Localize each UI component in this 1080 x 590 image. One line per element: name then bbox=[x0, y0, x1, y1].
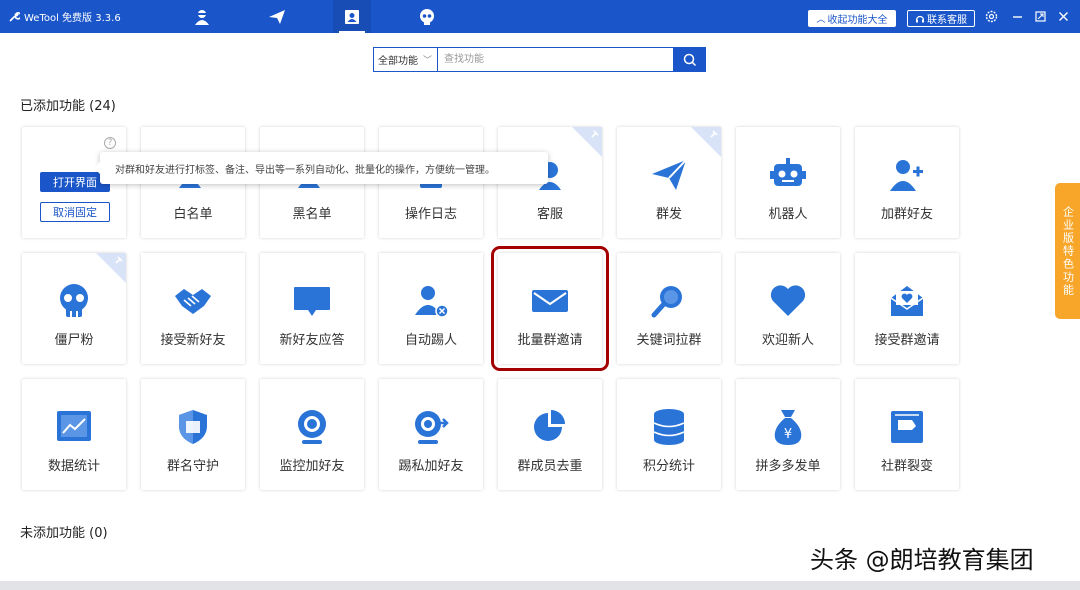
minimize-icon bbox=[1012, 16, 1022, 18]
contact-card-icon bbox=[345, 9, 359, 24]
split-icon bbox=[891, 411, 923, 443]
nav-user[interactable] bbox=[183, 0, 221, 33]
feature-card-accept-new-friend[interactable]: 接受新好友 bbox=[141, 253, 245, 364]
add-user-icon bbox=[890, 160, 923, 191]
skull-icon bbox=[420, 8, 434, 25]
handshake-icon bbox=[175, 289, 211, 314]
pin-icon bbox=[710, 130, 718, 138]
bottom-strip bbox=[0, 581, 1080, 590]
feature-card-robot[interactable]: 机器人 bbox=[736, 127, 840, 238]
app-title-area: WeTool 免费版 3.3.6 bbox=[8, 0, 121, 33]
help-icon[interactable]: ? bbox=[104, 137, 116, 149]
feature-card-keyword-pull-group[interactable]: 关键词拉群 bbox=[617, 253, 721, 364]
feature-card-group-member-dedupe[interactable]: 群成员去重 bbox=[498, 379, 602, 490]
minimize-button[interactable] bbox=[1006, 0, 1028, 33]
collapse-features-button[interactable]: ︿ 收起功能大全 bbox=[808, 10, 896, 27]
heart-icon bbox=[770, 285, 806, 316]
main-content: 全部功能 ﹀ 已添加功能 (24) ? 打开界面 取消固定 白名单 黑名单 操作… bbox=[0, 33, 1080, 581]
feature-card-community-fission[interactable]: 社群裂变 bbox=[855, 379, 959, 490]
app-title: WeTool 免费版 3.3.6 bbox=[24, 13, 121, 24]
feature-card-pinduoduo-order[interactable]: ¥ 拼多多发单 bbox=[736, 379, 840, 490]
search-button[interactable] bbox=[674, 47, 706, 72]
pie-chart-icon bbox=[534, 410, 565, 441]
maximize-icon bbox=[1034, 11, 1046, 22]
maximize-button[interactable] bbox=[1029, 0, 1051, 33]
pin-icon bbox=[591, 130, 599, 138]
envelope-icon bbox=[532, 290, 568, 312]
gear-icon bbox=[985, 10, 997, 23]
feature-card-accept-group-invite[interactable]: 接受群邀请 bbox=[855, 253, 959, 364]
close-icon bbox=[1058, 12, 1068, 21]
title-bar: WeTool 免费版 3.3.6 ︿ 收起功能大全 联系客服 bbox=[0, 0, 1080, 33]
enterprise-features-tab[interactable]: 企业版特色功能 bbox=[1055, 183, 1080, 319]
wrench-icon bbox=[9, 11, 20, 22]
nav-zombie[interactable] bbox=[408, 0, 446, 33]
search-icon bbox=[683, 53, 697, 66]
feature-card-monitor-add-friend[interactable]: 监控加好友 bbox=[260, 379, 364, 490]
feature-card-auto-kick[interactable]: 自动踢人 bbox=[379, 253, 483, 364]
shield-icon bbox=[179, 410, 207, 444]
chevron-up-icon: ︿ bbox=[816, 15, 826, 25]
nav-contacts[interactable] bbox=[333, 0, 371, 33]
webcam-icon bbox=[298, 410, 326, 444]
svg-text:¥: ¥ bbox=[784, 427, 792, 442]
database-icon bbox=[653, 409, 685, 445]
feature-card-points-statistics[interactable]: 积分统计 bbox=[617, 379, 721, 490]
paper-plane-icon bbox=[652, 159, 687, 190]
not-added-section-title: 未添加功能 (0) bbox=[20, 526, 108, 541]
robot-icon bbox=[770, 158, 806, 186]
feature-card-zombie-fans[interactable]: 僵尸粉 bbox=[22, 253, 126, 364]
feature-card-kick-private-add[interactable]: 踢私加好友 bbox=[379, 379, 483, 490]
category-select[interactable]: 全部功能 ﹀ bbox=[373, 47, 437, 72]
nav-send[interactable] bbox=[258, 0, 296, 33]
feature-card-add-group-friend[interactable]: 加群好友 bbox=[855, 127, 959, 238]
settings-button[interactable] bbox=[980, 0, 1002, 33]
send-icon bbox=[269, 9, 285, 24]
feature-card-new-friend-reply[interactable]: 新好友应答 bbox=[260, 253, 364, 364]
headset-icon bbox=[915, 15, 925, 22]
user-icon bbox=[195, 9, 209, 25]
search-bar: 全部功能 ﹀ bbox=[373, 47, 706, 72]
heart-envelope-icon bbox=[890, 286, 924, 316]
chat-bubble-icon bbox=[294, 287, 330, 316]
close-button[interactable] bbox=[1052, 0, 1074, 33]
feature-card-batch-group-invite[interactable]: 批量群邀请 bbox=[491, 246, 609, 371]
pin-icon bbox=[115, 256, 123, 264]
chevron-down-icon: ﹀ bbox=[423, 56, 433, 66]
unpin-button[interactable]: 取消固定 bbox=[40, 202, 110, 222]
added-section-title: 已添加功能 (24) bbox=[20, 99, 116, 114]
contact-support-button[interactable]: 联系客服 bbox=[907, 10, 975, 27]
feature-tooltip: 对群和好友进行打标签、备注、导出等一系列自动化、批量化的操作，方便统一管理。 bbox=[94, 152, 548, 184]
feature-card-group-name-guard[interactable]: 群名守护 bbox=[141, 379, 245, 490]
search-input[interactable] bbox=[437, 47, 674, 72]
money-bag-icon: ¥ bbox=[774, 410, 802, 445]
remove-user-icon bbox=[415, 286, 449, 318]
feature-card-welcome-newcomer[interactable]: 欢迎新人 bbox=[736, 253, 840, 364]
kick-icon bbox=[415, 411, 449, 444]
magnifier-icon bbox=[651, 286, 682, 318]
feature-card-data-statistics[interactable]: 数据统计 bbox=[22, 379, 126, 490]
feature-card-mass-send[interactable]: 群发 bbox=[617, 127, 721, 238]
skull-icon bbox=[60, 284, 88, 317]
line-chart-icon bbox=[57, 411, 91, 441]
watermark: 头条 @朗培教育集团 bbox=[810, 546, 1034, 574]
